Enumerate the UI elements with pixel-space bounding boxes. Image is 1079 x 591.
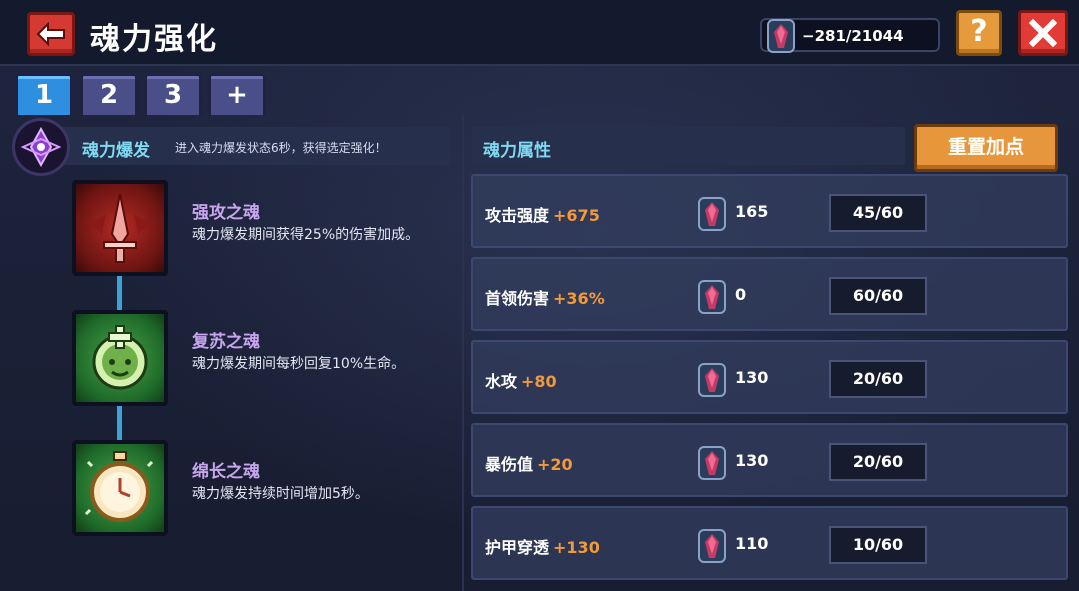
attributes-title: 魂力属性 (483, 141, 551, 161)
tab-3[interactable]: 3 (144, 73, 202, 115)
tab-2[interactable]: 2 (80, 73, 138, 115)
attribute-bonus: +130 (553, 538, 600, 557)
tab-add[interactable]: + (208, 73, 266, 115)
sword-icon (90, 193, 150, 263)
attribute-bonus: +80 (521, 372, 557, 391)
soul-gem-icon (698, 280, 726, 314)
attribute-cost: 165 (735, 202, 769, 221)
attribute-bonus: +36% (553, 289, 605, 308)
help-button[interactable]: ? (956, 10, 1002, 56)
attribute-row-crit-damage[interactable]: 暴伤值 +20 130 20/60 (471, 423, 1068, 497)
stopwatch-icon (84, 451, 154, 522)
back-arrow-icon (36, 22, 65, 46)
soul-connector (117, 276, 122, 312)
attribute-level: 45/60 (829, 194, 927, 232)
attribute-bonus: +20 (537, 455, 573, 474)
burst-description: 进入魂力爆发状态6秒，获得选定强化！ (175, 141, 387, 155)
soul-gem-icon (698, 446, 726, 480)
soul-name: 复苏之魂 (192, 332, 260, 352)
soul-card-power[interactable] (72, 180, 168, 276)
soul-card-duration[interactable] (72, 440, 168, 536)
attribute-cost: 130 (735, 451, 769, 470)
close-icon (1029, 19, 1057, 47)
attribute-cost: 110 (735, 534, 769, 553)
attribute-cost: 130 (735, 368, 769, 387)
attribute-row-armor-penetration[interactable]: 护甲穿透 +130 110 10/60 (471, 506, 1068, 580)
attribute-level: 10/60 (829, 526, 927, 564)
attribute-name: 攻击强度 +675 (485, 206, 600, 225)
soul-gem-icon (698, 529, 726, 563)
burst-title: 魂力爆发 (82, 141, 150, 161)
soul-name: 强攻之魂 (192, 203, 260, 223)
attribute-level: 20/60 (829, 360, 927, 398)
soul-currency-display: −281/21044 (760, 18, 940, 53)
close-button[interactable] (1018, 10, 1068, 56)
soul-gem-icon (698, 197, 726, 231)
soul-description: 魂力爆发持续时间增加5秒。 (192, 486, 369, 502)
attribute-row-water-attack[interactable]: 水攻 +80 130 20/60 (471, 340, 1068, 414)
panel-divider (462, 115, 464, 591)
soul-description: 魂力爆发期间每秒回复10%生命。 (192, 356, 406, 372)
soul-gem-icon (767, 19, 795, 53)
back-button[interactable] (27, 12, 75, 56)
tab-1[interactable]: 1 (15, 73, 73, 115)
attribute-level: 60/60 (829, 277, 927, 315)
attribute-level: 20/60 (829, 443, 927, 481)
attribute-name: 暴伤值 +20 (485, 455, 573, 474)
attribute-cost: 0 (735, 285, 747, 304)
soul-name: 绵长之魂 (192, 462, 260, 482)
soul-burst-icon (12, 118, 70, 176)
crystal-icon (21, 127, 61, 167)
page-title: 魂力强化 (90, 22, 218, 57)
soul-connector (117, 406, 122, 442)
reset-points-button[interactable]: 重置加点 (914, 124, 1058, 172)
soul-description: 魂力爆发期间获得25%的伤害加成。 (192, 227, 420, 243)
soul-card-revive[interactable] (72, 310, 168, 406)
attribute-row-boss-damage[interactable]: 首领伤害 +36% 0 60/60 (471, 257, 1068, 331)
attribute-bonus: +675 (553, 206, 600, 225)
attribute-name: 水攻 +80 (485, 372, 557, 391)
soul-gem-icon (698, 363, 726, 397)
heal-face-icon (92, 325, 148, 390)
attribute-name: 首领伤害 +36% (485, 289, 605, 308)
currency-value: −281/21044 (802, 27, 904, 45)
attribute-name: 护甲穿透 +130 (485, 538, 600, 557)
attribute-row-attack[interactable]: 攻击强度 +675 165 45/60 (471, 174, 1068, 248)
